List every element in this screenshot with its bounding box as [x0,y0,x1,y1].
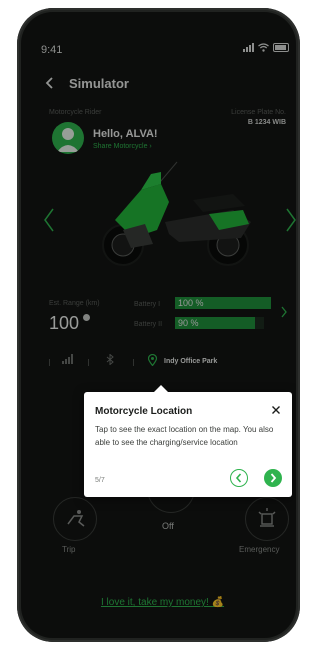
tooltip-title: Motorcycle Location [95,406,193,417]
avatar[interactable] [52,122,84,154]
battery-1-fill: 100 % [175,297,271,309]
chevron-right-icon [270,473,277,483]
range-value: 100 [49,313,80,333]
plate-label: License Plate No. [231,109,286,116]
share-motorcycle-link[interactable]: Share Motorcycle › [93,143,152,150]
chevron-right-icon[interactable] [285,207,296,233]
range-label: Est. Range (km) [49,300,100,307]
wifi-icon [258,43,269,52]
chevron-right-icon: › [149,143,152,150]
siren-icon [258,508,276,527]
chevron-left-icon [235,473,242,483]
app-screen: 9:41 Simulator Motorcycle Rider License … [21,12,296,638]
divider [49,359,50,366]
back-arrow-icon[interactable] [43,76,57,90]
tooltip-step-counter: 5/7 [95,477,105,484]
power-status-label: Off [162,521,174,531]
trip-icon [67,510,85,527]
location-name[interactable]: Indy Office Park [164,358,217,365]
info-icon[interactable] [83,314,90,321]
buy-link[interactable]: I love it, take my money! 💰 [101,597,224,608]
phone-frame: 9:41 Simulator Motorcycle Rider License … [17,8,300,642]
battery-1-bar: 100 % [175,297,271,309]
status-time: 9:41 [41,44,63,56]
location-tooltip: Motorcycle Location Tap to see the exact… [84,385,292,497]
battery-2-label: Battery II [134,321,163,328]
status-icons [243,43,289,52]
trip-button[interactable] [53,497,97,541]
page-title: Simulator [69,76,129,91]
cellular-signal-icon [62,354,73,364]
battery-1-label: Battery I [134,301,161,308]
trip-label: Trip [62,545,76,554]
emergency-button[interactable] [245,497,289,541]
rider-label: Motorcycle Rider [49,109,102,116]
battery-2-fill: 90 % [175,317,256,329]
chevron-right-icon[interactable] [280,306,288,318]
tooltip-body: Tap to see the exact location on the map… [95,425,274,447]
battery-2-bar: 90 % [175,317,264,329]
rider-greeting: Hello, ALVA! [93,128,158,140]
cellular-signal-icon [243,43,254,52]
plate-number: B 1234 WIB [247,119,286,126]
location-pin-icon[interactable] [148,354,157,366]
user-icon [57,128,79,152]
motorcycle-image [102,161,251,266]
chevron-left-icon[interactable] [43,207,55,233]
close-icon[interactable] [270,404,282,416]
share-motorcycle-label: Share Motorcycle [93,143,148,150]
tooltip-prev-button[interactable] [230,469,248,487]
emergency-label: Emergency [239,545,280,554]
bluetooth-icon [106,354,114,365]
divider [133,359,134,366]
tooltip-next-button[interactable] [264,469,282,487]
battery-icon [273,43,289,52]
divider [88,359,89,366]
